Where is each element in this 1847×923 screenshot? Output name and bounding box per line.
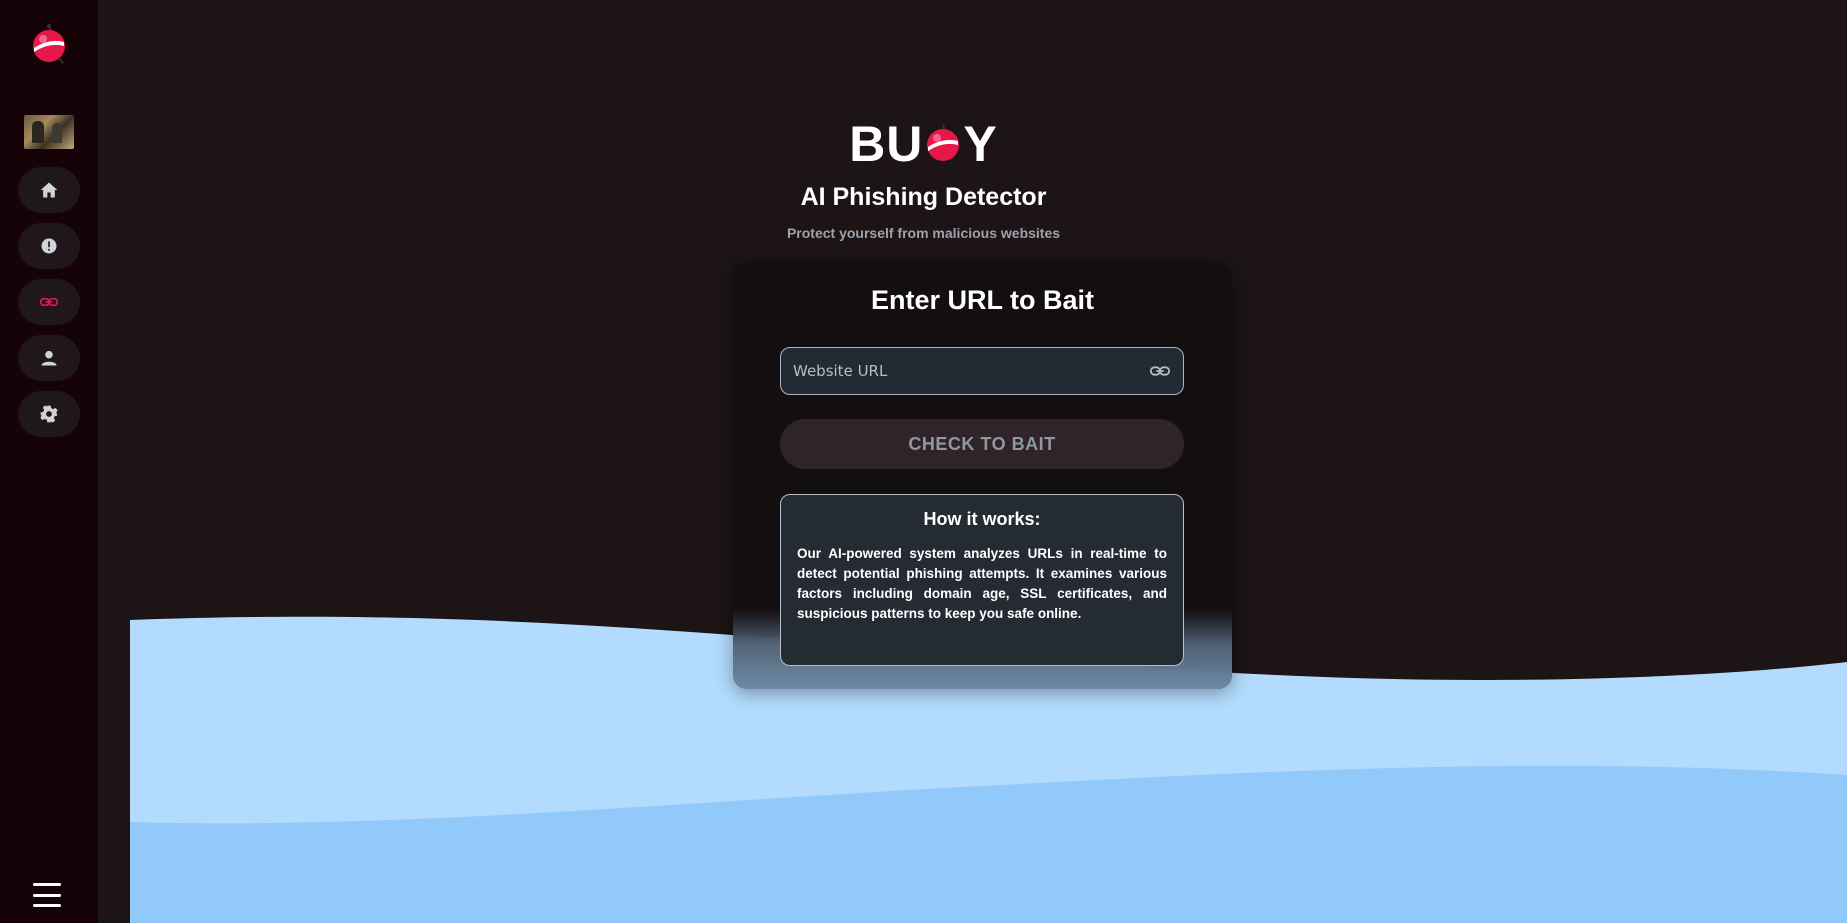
user-icon bbox=[41, 350, 57, 366]
gear-icon bbox=[40, 405, 58, 423]
brand-text-right: Y bbox=[963, 116, 998, 172]
page-title: AI Phishing Detector bbox=[800, 183, 1047, 211]
url-field[interactable] bbox=[780, 347, 1184, 395]
how-it-works-text: Our AI-powered system analyzes URLs in r… bbox=[797, 546, 1167, 621]
app-page: BU Y AI Phishing Detector Protect yourse… bbox=[0, 0, 1847, 923]
sidebar-item-url-check[interactable] bbox=[18, 279, 80, 325]
buoy-icon bbox=[923, 120, 963, 161]
card-title: Enter URL to Bait bbox=[870, 285, 1094, 315]
link-icon bbox=[1149, 366, 1171, 376]
sidebar-item-profile[interactable] bbox=[18, 335, 80, 381]
check-to-bait-button[interactable]: CHECK TO BAIT bbox=[780, 419, 1184, 469]
sidebar-item-settings[interactable] bbox=[18, 391, 80, 437]
tagline: Protect yourself from malicious websites bbox=[786, 225, 1061, 241]
buoy-logo-icon[interactable] bbox=[29, 24, 69, 64]
link-icon bbox=[39, 297, 59, 307]
url-check-card: Enter URL to Bait CHECK TO BAIT How it w… bbox=[733, 262, 1232, 689]
brand-logo: BU Y bbox=[0, 118, 1847, 170]
brand-text-left: BU bbox=[849, 116, 924, 172]
url-input[interactable] bbox=[793, 362, 1149, 380]
how-it-works-title: How it works: bbox=[923, 509, 1041, 529]
hamburger-icon[interactable] bbox=[33, 883, 61, 907]
how-it-works-box: How it works: Our AI-powered system anal… bbox=[780, 494, 1184, 666]
